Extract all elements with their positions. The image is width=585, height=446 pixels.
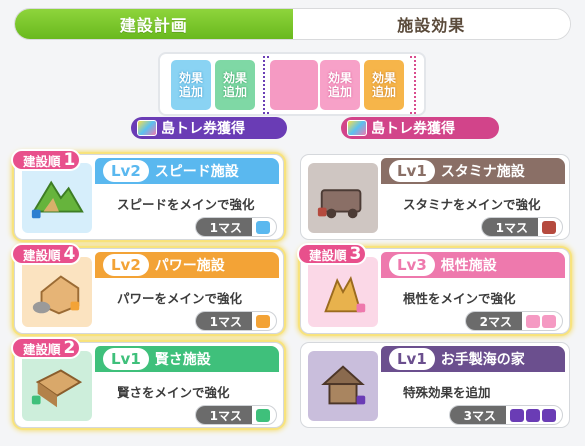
facility-title: パワー施設 <box>154 258 225 274</box>
mass-label: 3マス <box>449 406 506 424</box>
build-order-badge: 建設順 4 <box>11 243 82 265</box>
ticket-icon <box>347 120 367 136</box>
mass-indicator: 3マス <box>448 405 563 425</box>
facility-title: スピード施設 <box>154 164 239 180</box>
mass-label: 1マス <box>195 312 252 330</box>
facility-description: パワーをメインで強化 <box>117 291 243 306</box>
mass-boxes <box>506 408 562 422</box>
mass-box <box>542 408 556 422</box>
build-order-badge: 建設順 2 <box>11 337 82 359</box>
mass-indicator: 2マス <box>464 311 563 331</box>
facility-card[interactable]: Lv2 パワー施設 パワーをメインで強化 1マス 建設順 4 <box>11 243 284 334</box>
tab-bar: 建設計画 施設効果 <box>14 8 571 40</box>
mass-indicator: 1マス <box>480 217 563 237</box>
mass-boxes <box>252 220 276 234</box>
facility-description: 賢さをメインで強化 <box>117 385 230 400</box>
build-order-badge: 建設順 1 <box>11 149 82 171</box>
facility-thumbnail <box>22 163 92 233</box>
facility-card[interactable]: Lv1 スタミナ施設 スタミナをメインで強化 1マス <box>300 154 570 240</box>
purple-bracket <box>263 56 269 114</box>
level-badge: Lv3 <box>389 254 435 276</box>
slot-diagram: 効果 追加 効果 追加 効果 追加 効果 追加 <box>158 52 426 116</box>
mass-box <box>526 408 540 422</box>
facility-title: お手製海の家 <box>440 352 525 368</box>
mass-boxes <box>522 314 562 328</box>
level-badge: Lv1 <box>389 160 435 182</box>
mass-label: 2マス <box>465 312 522 330</box>
facility-header: Lv1 賢さ施設 <box>95 346 279 372</box>
facility-card[interactable]: Lv2 スピード施設 スピードをメインで強化 1マス 建設順 1 <box>11 149 284 240</box>
facility-thumbnail <box>308 163 378 233</box>
facility-description: スタミナをメインで強化 <box>403 197 541 212</box>
facility-thumbnail <box>22 351 92 421</box>
level-badge: Lv1 <box>103 348 149 370</box>
facility-title: 根性施設 <box>440 258 497 274</box>
mass-indicator: 1マス <box>194 311 277 331</box>
level-badge: Lv2 <box>103 160 149 182</box>
ticket-badge-purple: 島トレ券獲得 <box>131 117 287 139</box>
ticket-badge-pink: 島トレ券獲得 <box>341 117 499 139</box>
mass-box <box>542 220 556 234</box>
facility-thumbnail <box>308 351 378 421</box>
mass-indicator: 1マス <box>194 405 277 425</box>
mass-label: 1マス <box>195 218 252 236</box>
mass-boxes <box>538 220 562 234</box>
ticket-label: 島トレ券獲得 <box>371 121 455 137</box>
mass-indicator: 1マス <box>194 217 277 237</box>
facility-card[interactable]: Lv1 お手製海の家 特殊効果を追加 3マス <box>300 342 570 428</box>
pink-bracket <box>410 56 416 114</box>
facility-header: Lv2 スピード施設 <box>95 158 279 184</box>
mass-boxes <box>252 314 276 328</box>
facility-card[interactable]: Lv3 根性施設 根性をメインで強化 2マス 建設順 3 <box>297 243 570 334</box>
tab-facility-effects[interactable]: 施設効果 <box>292 9 570 39</box>
level-badge: Lv2 <box>103 254 149 276</box>
facility-title: スタミナ施設 <box>440 164 525 180</box>
level-badge: Lv1 <box>389 348 435 370</box>
facility-card[interactable]: Lv1 賢さ施設 賢さをメインで強化 1マス 建設順 2 <box>11 337 284 428</box>
mass-box <box>526 314 540 328</box>
mass-box <box>542 314 556 328</box>
facility-header: Lv2 パワー施設 <box>95 252 279 278</box>
build-order-badge: 建設順 3 <box>297 243 368 265</box>
mass-label: 1マス <box>195 406 252 424</box>
ticket-icon <box>137 120 157 136</box>
mass-boxes <box>252 408 276 422</box>
slot-effect-add-pink: 効果 追加 <box>320 60 360 110</box>
facility-description: スピードをメインで強化 <box>117 197 255 212</box>
mass-box <box>256 220 270 234</box>
slot-effect-add-orange: 効果 追加 <box>364 60 404 110</box>
mass-box <box>256 314 270 328</box>
facility-header: Lv3 根性施設 <box>381 252 565 278</box>
slot-effect-add-blue: 効果 追加 <box>171 60 211 110</box>
facility-header: Lv1 スタミナ施設 <box>381 158 565 184</box>
slot-empty-pink <box>270 60 318 110</box>
mass-box <box>256 408 270 422</box>
ticket-label: 島トレ券獲得 <box>161 121 245 137</box>
facility-description: 根性をメインで強化 <box>403 291 516 306</box>
facility-thumbnail <box>308 257 378 327</box>
facility-thumbnail <box>22 257 92 327</box>
mass-label: 1マス <box>481 218 538 236</box>
facility-description: 特殊効果を追加 <box>403 385 491 400</box>
facility-title: 賢さ施設 <box>154 352 211 368</box>
slot-effect-add-green: 効果 追加 <box>215 60 255 110</box>
facility-header: Lv1 お手製海の家 <box>381 346 565 372</box>
tab-construction-plan[interactable]: 建設計画 <box>15 9 293 39</box>
mass-box <box>510 408 524 422</box>
